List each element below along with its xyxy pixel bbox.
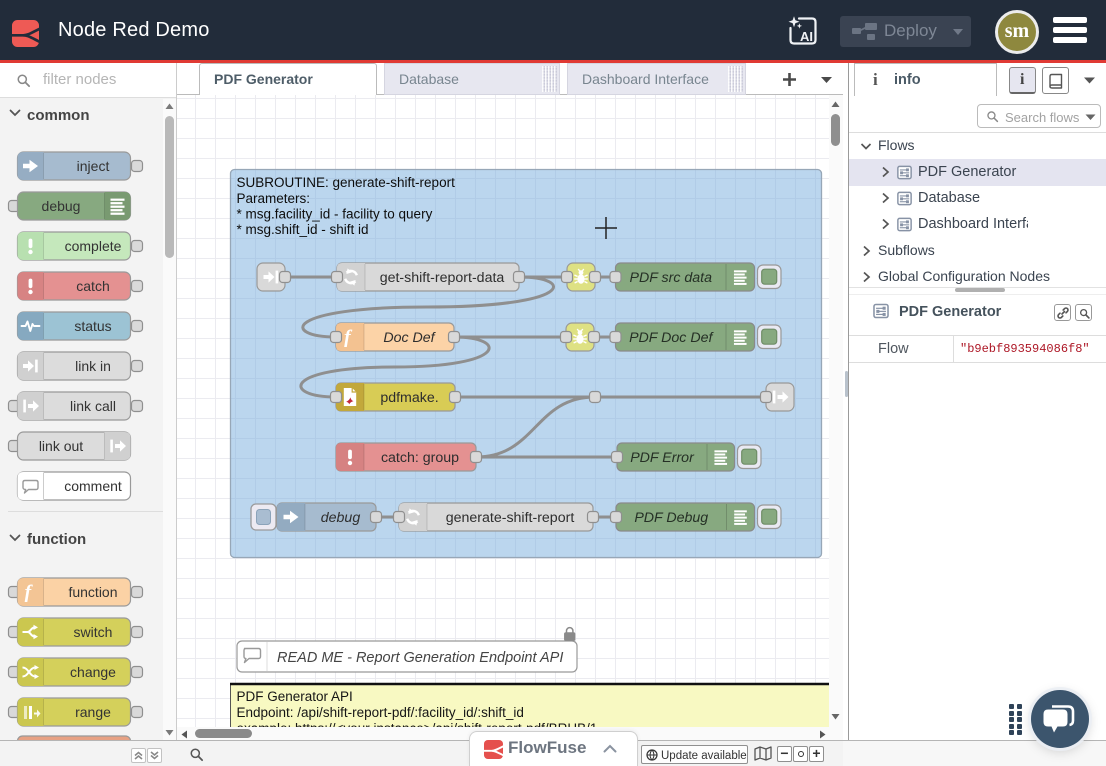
svg-text:inject: inject [77, 158, 110, 174]
svg-text:PDF src data: PDF src data [629, 270, 712, 286]
svg-text:Parameters:: Parameters: [237, 191, 311, 206]
svg-text:generate-shift-report: generate-shift-report [446, 510, 575, 526]
svg-text:switch: switch [74, 624, 113, 640]
svg-text:Endpoint: /api/shift-report-pd: Endpoint: /api/shift-report-pdf/:facilit… [237, 705, 524, 720]
svg-text:PDF Debug: PDF Debug [634, 510, 708, 526]
svg-text:get-shift-report-data: get-shift-report-data [380, 270, 505, 286]
svg-text:* msg.shift_id - shift id: * msg.shift_id - shift id [237, 222, 369, 237]
svg-text:status: status [74, 318, 111, 334]
svg-text:change: change [70, 664, 116, 680]
svg-text:catch: catch [76, 278, 109, 294]
svg-text:pdfmake.: pdfmake. [380, 390, 438, 406]
svg-text:link call: link call [70, 398, 116, 414]
svg-text:catch: group: catch: group [381, 450, 459, 466]
svg-text:SUBROUTINE: generate-shift-rep: SUBROUTINE: generate-shift-report [237, 175, 456, 190]
svg-text:* msg.facility_id - facility t: * msg.facility_id - facility to query [237, 207, 433, 222]
svg-text:comment: comment [64, 478, 122, 494]
svg-text:link in: link in [75, 358, 111, 374]
svg-text:link out: link out [39, 438, 83, 454]
svg-text:PDF Doc Def: PDF Doc Def [629, 330, 714, 346]
svg-text:complete: complete [65, 238, 122, 254]
svg-text:debug: debug [42, 198, 81, 214]
svg-text:READ ME - Report Generation En: READ ME - Report Generation Endpoint API [277, 650, 563, 666]
svg-text:range: range [75, 704, 111, 720]
svg-text:AI: AI [800, 29, 813, 44]
svg-text:PDF Error: PDF Error [630, 450, 695, 466]
svg-text:function: function [68, 584, 117, 600]
svg-text:PDF Generator API: PDF Generator API [237, 689, 353, 704]
svg-text:debug: debug [321, 510, 361, 526]
svg-text:Doc Def: Doc Def [383, 330, 436, 346]
